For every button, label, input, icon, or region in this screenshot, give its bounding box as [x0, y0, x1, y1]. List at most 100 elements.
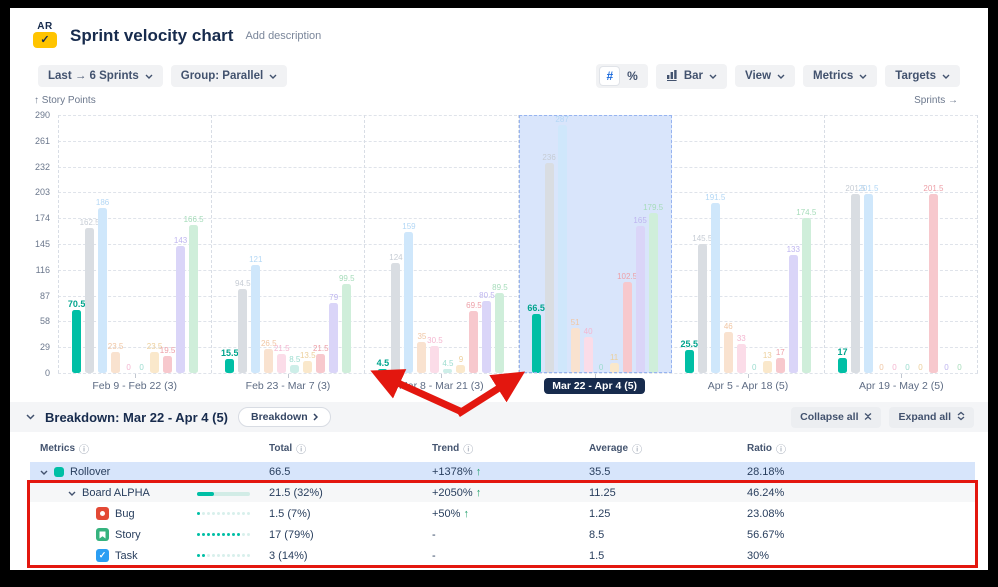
table-row-rollover[interactable]: Rollover66.5+1378%↑35.528.18%: [30, 462, 975, 481]
table-row-story[interactable]: Story17 (79%)-8.556.67%: [30, 525, 975, 544]
bar-series-light-blue[interactable]: [864, 194, 873, 373]
bar-series-gray[interactable]: [698, 244, 707, 373]
bar-series-light-blue[interactable]: [404, 232, 413, 373]
percent-toggle-button[interactable]: %: [621, 67, 644, 85]
add-description-link[interactable]: Add description: [245, 30, 321, 42]
bar-series-gray[interactable]: [545, 163, 554, 373]
ratio-cell: 56.67%: [745, 529, 975, 541]
collapse-section-chevron-icon[interactable]: [26, 414, 35, 420]
bar-series-pale-green[interactable]: [802, 218, 811, 373]
bar-series-gray[interactable]: [85, 228, 94, 373]
bar-Rollover[interactable]: [532, 314, 541, 373]
bar-series-light-blue[interactable]: [558, 125, 567, 373]
x-category-label[interactable]: Mar 22 - Apr 4 (5): [518, 377, 671, 397]
table-row-board-alpha[interactable]: Board ALPHA21.5 (32%)+2050%↑11.2546.24%: [30, 483, 975, 502]
bar-column: 11: [610, 115, 619, 373]
bar-series-gray[interactable]: [391, 263, 400, 373]
bar-series-lavender[interactable]: [176, 246, 185, 373]
bar-series-light-blue[interactable]: [251, 265, 260, 373]
x-category-label[interactable]: Mar 8 - Mar 21 (3): [365, 377, 518, 397]
breakdown-button-label: Breakdown: [251, 411, 308, 423]
table-row-task[interactable]: ✓Task3 (14%)-1.530%: [30, 546, 975, 565]
bar-column: 13.5: [303, 115, 312, 373]
bar-series-amber[interactable]: [610, 363, 619, 373]
bar-column: 8.5: [290, 115, 299, 373]
bar-column: 89.5: [495, 115, 504, 373]
bar-series-pale-teal[interactable]: [443, 369, 452, 373]
x-category-label[interactable]: Feb 23 - Mar 7 (3): [211, 377, 364, 397]
bar-series-pale-teal[interactable]: [290, 365, 299, 373]
bar-value-label: 0: [879, 363, 883, 372]
bar-series-rose[interactable]: [776, 358, 785, 373]
bar-series-rose[interactable]: [623, 282, 632, 373]
bar-column: 166.5: [189, 115, 198, 373]
bar-value-label: 162.5: [80, 218, 100, 227]
bar-Rollover[interactable]: [838, 358, 847, 373]
bar-value-label: 21.5: [274, 344, 290, 353]
bar-series-peach[interactable]: [111, 352, 120, 373]
bar-series-rose[interactable]: [469, 311, 478, 373]
info-icon[interactable]: ⓘ: [632, 441, 642, 456]
info-icon[interactable]: ⓘ: [296, 441, 306, 456]
table-row-bug[interactable]: Bug1.5 (7%)+50%↑1.2523.08%: [30, 504, 975, 523]
bar-series-amber[interactable]: [456, 365, 465, 373]
row-expand-chevron-icon[interactable]: [68, 487, 76, 499]
bar-series-lavender[interactable]: [329, 303, 338, 373]
row-expand-chevron-icon[interactable]: [40, 466, 48, 478]
bar-series-amber[interactable]: [150, 352, 159, 373]
targets-dropdown[interactable]: Targets: [885, 65, 960, 87]
group-dropdown[interactable]: Group: Parallel: [171, 65, 287, 87]
bar-column: 30.5: [430, 115, 439, 373]
bar-series-lavender[interactable]: [482, 301, 491, 373]
sprint-range-dropdown[interactable]: Last → 6 Sprints: [38, 65, 163, 87]
table-header-row: MetricsⓘTotalⓘTrendⓘAverageⓘRatioⓘ: [30, 438, 975, 458]
bar-series-pale-green[interactable]: [495, 293, 504, 373]
x-category-label[interactable]: Apr 19 - May 2 (5): [825, 377, 978, 397]
bar-series-pink[interactable]: [737, 344, 746, 373]
expand-all-button[interactable]: Expand all: [889, 407, 974, 428]
bar-series-pale-green[interactable]: [342, 284, 351, 373]
bar-series-rose[interactable]: [929, 194, 938, 373]
average-cell: 35.5: [587, 466, 745, 478]
bar-series-rose[interactable]: [316, 354, 325, 373]
bar-series-gray[interactable]: [238, 289, 247, 373]
breakdown-button[interactable]: Breakdown: [238, 407, 331, 427]
bar-value-label: 80.5: [479, 291, 495, 300]
info-icon[interactable]: ⓘ: [463, 441, 473, 456]
bar-value-label: 124: [389, 253, 402, 262]
bar-series-gray[interactable]: [851, 194, 860, 373]
bar-Rollover[interactable]: [72, 310, 81, 373]
bar-series-pale-green[interactable]: [189, 225, 198, 373]
bar-column: 17: [776, 115, 785, 373]
bar-series-light-blue[interactable]: [711, 203, 720, 373]
x-category-label[interactable]: Feb 9 - Feb 22 (3): [58, 377, 211, 397]
bar-series-peach[interactable]: [264, 349, 273, 373]
bar-series-pink[interactable]: [430, 346, 439, 373]
bar-series-amber[interactable]: [303, 361, 312, 373]
board-avatar[interactable]: AR ✓: [30, 21, 60, 51]
bar-series-peach[interactable]: [571, 328, 580, 373]
bar-series-peach[interactable]: [724, 332, 733, 373]
bar-Rollover[interactable]: [378, 369, 387, 373]
bar-series-pink[interactable]: [584, 337, 593, 373]
view-dropdown[interactable]: View: [735, 65, 795, 87]
bar-Rollover[interactable]: [225, 359, 234, 373]
bar-chart-icon: [666, 69, 678, 84]
bar-series-light-blue[interactable]: [98, 208, 107, 373]
bar-series-pink[interactable]: [277, 354, 286, 373]
info-icon[interactable]: ⓘ: [776, 441, 786, 456]
info-icon[interactable]: ⓘ: [79, 441, 89, 456]
bar-column: 0: [750, 115, 759, 373]
metrics-dropdown[interactable]: Metrics: [803, 65, 877, 87]
chart-type-dropdown[interactable]: Bar: [656, 64, 727, 89]
bar-series-amber[interactable]: [763, 361, 772, 373]
bar-series-lavender[interactable]: [636, 226, 645, 373]
bar-series-peach[interactable]: [417, 342, 426, 373]
number-toggle-button[interactable]: #: [600, 67, 619, 85]
bar-series-pale-green[interactable]: [649, 213, 658, 373]
bar-series-lavender[interactable]: [789, 255, 798, 373]
x-category-label[interactable]: Apr 5 - Apr 18 (5): [671, 377, 824, 397]
bar-Rollover[interactable]: [685, 350, 694, 373]
collapse-all-button[interactable]: Collapse all: [791, 407, 881, 428]
bar-series-rose[interactable]: [163, 356, 172, 373]
